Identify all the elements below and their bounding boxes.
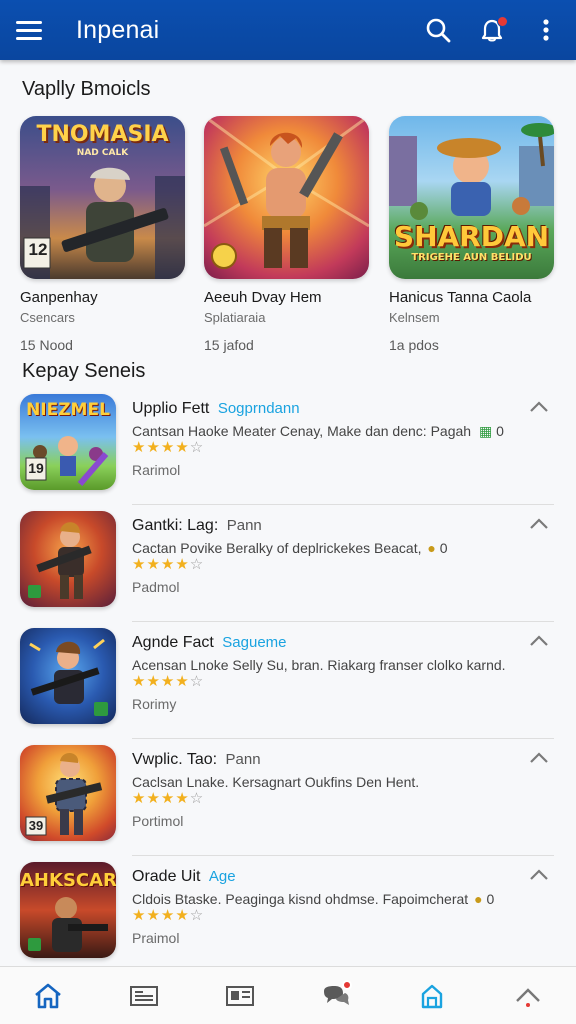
game-thumbnail: 39 xyxy=(20,745,116,841)
game-thumbnail: NIEZMEL 19 xyxy=(20,394,116,490)
featured-meta: 1a pdos xyxy=(389,337,439,353)
chevron-up-icon[interactable] xyxy=(528,632,550,650)
description-text: Cantsan Haoke Meater Cenay, Make dan den… xyxy=(132,423,472,439)
chat-icon[interactable] xyxy=(316,976,356,1016)
game-tag[interactable]: Sogprndann xyxy=(218,400,300,417)
cash-icon: ▦ xyxy=(478,423,493,439)
featured-name: Aeeuh Dvay Hem xyxy=(204,289,322,306)
chevron-up-icon[interactable] xyxy=(528,398,550,416)
game-title: Orade Uit xyxy=(132,868,201,885)
list-section-title: Kepay Seneis xyxy=(22,360,146,382)
list-item[interactable]: NIEZMEL 19 Upplio Fett Sogprndann Cantsa… xyxy=(0,388,576,505)
list-item-description: Caclsan Lnake. Kersagnart Oukfins Den He… xyxy=(132,774,420,790)
featured-meta: 15 jafod xyxy=(204,337,254,353)
game-tag[interactable]: Age xyxy=(209,868,236,885)
star-rating: ★★★★☆ xyxy=(132,790,205,807)
artwork-subtitle: NAD CALK xyxy=(76,148,129,158)
app-bar-actions xyxy=(424,16,560,44)
list-item-title: Orade Uit Age xyxy=(132,868,236,886)
list-item-status: Portimol xyxy=(132,813,184,829)
game-thumbnail xyxy=(20,628,116,724)
notification-badge xyxy=(342,979,352,990)
featured-card[interactable]: SHARDAN TRIGEHE AUN BELIDU Hanicus Tanna… xyxy=(389,116,555,353)
age-rating-badge: 19 xyxy=(28,460,44,476)
notification-badge xyxy=(497,16,508,27)
artwork-subtitle: TRIGEHE AUN BELIDU xyxy=(411,252,532,263)
thumbnail-title: NIEZMEL xyxy=(26,400,110,420)
list-item[interactable]: 39 Vwplic. Tao: Pann Caclsan Lnake. Kers… xyxy=(0,739,576,856)
notification-icon[interactable] xyxy=(478,16,508,44)
chevron-up-icon[interactable] xyxy=(528,866,550,884)
more-vertical-icon[interactable] xyxy=(532,16,560,44)
game-title: Agnde Fact xyxy=(132,634,214,651)
game-tag[interactable]: Pann xyxy=(226,751,261,768)
game-title: Gantki: Lag: xyxy=(132,517,219,534)
featured-subtitle: Kelnsem xyxy=(389,310,440,325)
game-tag[interactable]: Sagueme xyxy=(222,634,286,651)
home-icon[interactable] xyxy=(28,976,68,1016)
list-item-title: Gantki: Lag: Pann xyxy=(132,517,262,535)
list-item-description: Cactan Povike Beralky of deplrickekes Be… xyxy=(132,540,532,556)
list-item-description: Acensan Lnoke Selly Su, bran. Riakarg fr… xyxy=(132,657,506,673)
star-rating: ★★★★☆ xyxy=(132,673,205,690)
price-value: 0 xyxy=(496,423,504,439)
price-value: 0 xyxy=(439,540,448,556)
list-item-status: Rarimol xyxy=(132,462,181,478)
list-item-status: Rorimy xyxy=(132,696,177,712)
id-card-icon[interactable] xyxy=(220,976,260,1016)
star-rating: ★★★★☆ xyxy=(132,907,205,924)
game-tag[interactable]: Pann xyxy=(227,517,262,534)
featured-card[interactable]: TNOMASIA NAD CALK 12 Ganpenhay Csencars … xyxy=(20,116,186,353)
library-icon[interactable] xyxy=(124,976,164,1016)
description-text: Cactan Povike Beralky of deplrickekes Be… xyxy=(132,540,422,556)
app-title: Inpenai xyxy=(76,15,160,44)
bottom-navigation xyxy=(0,966,576,1024)
thumbnail-title: AHKSCAR xyxy=(20,870,116,891)
list-item[interactable]: AHKSCAR Orade Uit Age Cldois Btaske. Pea… xyxy=(0,856,576,973)
game-title: Upplio Fett xyxy=(132,400,210,417)
chevron-up-icon[interactable] xyxy=(528,515,550,533)
featured-subtitle: Csencars xyxy=(20,310,75,325)
artwork-title: SHARDAN xyxy=(393,220,550,253)
menu-icon[interactable] xyxy=(16,16,44,44)
artwork-title: TNOMASIA xyxy=(36,122,169,147)
list-item[interactable]: Agnde Fact Sagueme Acensan Lnoke Selly S… xyxy=(0,622,576,739)
game-thumbnail: AHKSCAR xyxy=(20,862,116,958)
featured-subtitle: Splatiaraia xyxy=(204,310,266,325)
chevron-up-icon[interactable] xyxy=(528,749,550,767)
game-thumbnail xyxy=(20,511,116,607)
game-artwork xyxy=(204,116,369,279)
search-icon[interactable] xyxy=(424,16,452,44)
age-rating-badge: 39 xyxy=(28,818,44,833)
featured-meta: 15 Nood xyxy=(20,337,73,353)
star-rating: ★★★★☆ xyxy=(132,439,205,456)
app-bar: Inpenai xyxy=(0,0,576,60)
featured-carousel: TNOMASIA NAD CALK 12 Ganpenhay Csencars … xyxy=(20,116,560,356)
game-artwork: TNOMASIA NAD CALK 12 xyxy=(20,116,185,279)
featured-name: Hanicus Tanna Caola xyxy=(389,289,532,306)
featured-name: Ganpenhay xyxy=(20,289,98,306)
age-rating-badge: 12 xyxy=(28,240,48,259)
list-item-title: Vwplic. Tao: Pann xyxy=(132,751,261,769)
list-item-title: Upplio Fett Sogprndann xyxy=(132,400,300,418)
coin-icon: ● xyxy=(427,540,436,556)
store-icon[interactable] xyxy=(412,976,452,1016)
featured-card[interactable]: Aeeuh Dvay Hem Splatiaraia 15 jafod xyxy=(204,116,370,353)
featured-section-title: Vaplly Bmoicls xyxy=(22,78,151,100)
game-title: Vwplic. Tao: xyxy=(132,751,218,768)
list-item-description: Cldois Btaske. Peaginga kisnd ohdmse. Fa… xyxy=(132,891,532,907)
list-item[interactable]: Gantki: Lag: Pann Cactan Povike Beralky … xyxy=(0,505,576,622)
description-text: Cldois Btaske. Peaginga kisnd ohdmse. Fa… xyxy=(132,891,469,907)
list-item-status: Praimol xyxy=(132,930,180,946)
price-value: 0 xyxy=(486,891,495,907)
game-artwork: SHARDAN TRIGEHE AUN BELIDU xyxy=(389,116,554,279)
coin-icon: ● xyxy=(474,891,483,907)
list-item-status: Padmol xyxy=(132,579,180,595)
star-rating: ★★★★☆ xyxy=(132,556,205,573)
up-icon[interactable] xyxy=(508,976,548,1016)
list-item-title: Agnde Fact Sagueme xyxy=(132,634,287,652)
